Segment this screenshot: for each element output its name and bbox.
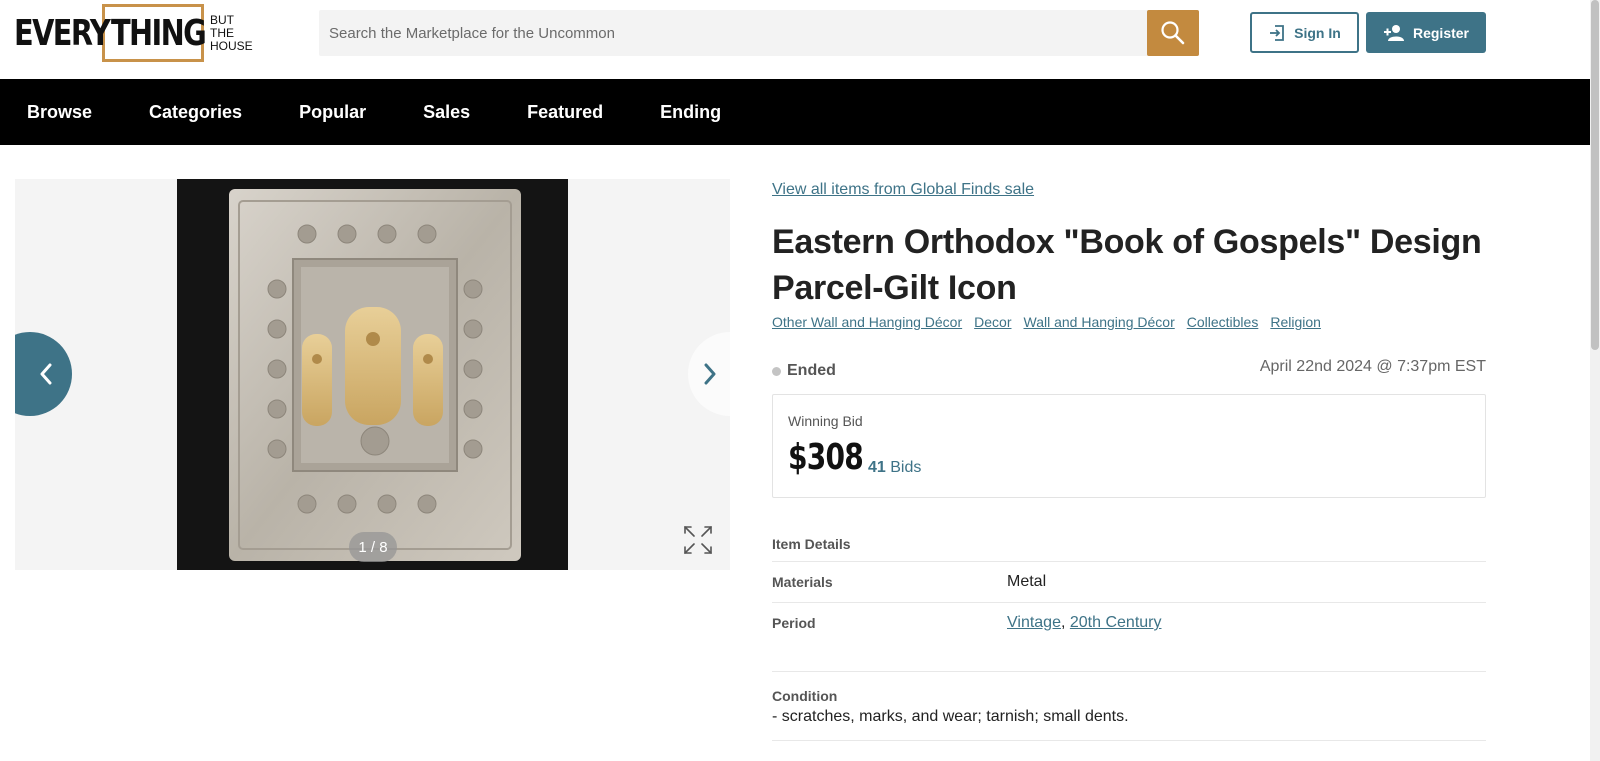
detail-value: Vintage, 20th Century (1007, 614, 1162, 631)
product-photo[interactable] (177, 179, 568, 570)
add-user-icon (1383, 24, 1404, 41)
fullscreen-button[interactable] (682, 524, 714, 556)
view-sale-link[interactable]: View all items from Global Finds sale (772, 181, 1486, 199)
category-link-collectibles[interactable]: Collectibles (1187, 314, 1259, 330)
search-icon (1161, 21, 1185, 45)
nav-item-popular[interactable]: Popular (299, 102, 366, 123)
search-input[interactable] (319, 10, 1149, 56)
expand-icon (684, 526, 712, 554)
condition-value: - scratches, marks, and wear; tarnish; s… (772, 708, 1129, 725)
item-details-heading: Item Details (772, 536, 851, 552)
chevron-left-icon (40, 363, 52, 385)
condition-label: Condition (772, 688, 838, 704)
logo-thing-text: THING (111, 12, 207, 54)
status-dot-icon (772, 366, 781, 376)
search-button[interactable] (1147, 10, 1199, 56)
period-link-vintage[interactable]: Vintage (1007, 614, 1061, 631)
page-scrollbar[interactable] (1590, 0, 1600, 761)
next-image-button[interactable] (688, 332, 730, 416)
sign-in-button[interactable]: Sign In (1250, 12, 1359, 53)
search-bar (319, 10, 1199, 56)
detail-row-period: Period Vintage, 20th Century (772, 602, 1486, 643)
detail-key: Period (772, 615, 816, 631)
category-link-wall-decor[interactable]: Wall and Hanging Décor (1024, 314, 1175, 330)
site-logo[interactable]: EVERY THING BUT THE HOUSE (14, 4, 253, 62)
condition-section: Condition - scratches, marks, and wear; … (772, 671, 1486, 741)
auction-status: Ended (772, 362, 836, 380)
status-text: Ended (787, 362, 836, 379)
site-header: EVERY THING BUT THE HOUSE Sign In (0, 0, 1590, 79)
icon-artwork-image (229, 189, 521, 561)
category-link-other-wall-decor[interactable]: Other Wall and Hanging Décor (772, 314, 962, 330)
nav-item-ending[interactable]: Ending (660, 102, 721, 123)
bid-count-link[interactable]: 41 Bids (868, 459, 921, 477)
logo-but: BUT (210, 12, 234, 27)
logo-the: THE (210, 25, 234, 40)
end-date: April 22nd 2024 @ 7:37pm EST (1259, 358, 1486, 375)
nav-item-sales[interactable]: Sales (423, 102, 470, 123)
register-button[interactable]: Register (1366, 12, 1486, 53)
category-link-decor[interactable]: Decor (974, 314, 1011, 330)
image-gallery: 1 / 8 (15, 179, 730, 570)
detail-row-materials: Materials Metal (772, 561, 1486, 602)
bid-count-number: 41 (868, 459, 886, 476)
sign-in-label: Sign In (1294, 24, 1341, 41)
listing-details: View all items from Global Finds sale Ea… (772, 179, 1486, 741)
auction-status-row: Ended April 22nd 2024 @ 7:37pm EST (772, 358, 1486, 382)
winning-bid-label: Winning Bid (788, 413, 863, 429)
winning-bid-amount: $308 (788, 437, 864, 478)
image-counter: 1 / 8 (349, 532, 397, 562)
period-link-20th-century[interactable]: 20th Century (1070, 614, 1162, 631)
nav-item-featured[interactable]: Featured (527, 102, 603, 123)
register-label: Register (1412, 24, 1470, 41)
logo-house: HOUSE (210, 38, 253, 53)
scrollbar-thumb[interactable] (1591, 0, 1599, 350)
nav-item-categories[interactable]: Categories (149, 102, 242, 123)
listing-title: Eastern Orthodox "Book of Gospels" Desig… (772, 223, 1482, 307)
sign-in-icon (1270, 24, 1285, 41)
detail-value: Metal (1007, 573, 1047, 590)
winning-bid-box: Winning Bid $308 41 Bids (772, 394, 1486, 498)
previous-image-button[interactable] (15, 332, 72, 416)
chevron-right-icon (704, 363, 716, 385)
category-links: Other Wall and Hanging Décor Decor Wall … (772, 314, 1486, 330)
bid-count-label: Bids (890, 459, 922, 476)
logo-every-text: EVERY (14, 12, 111, 54)
logo-tagline: BUT THE HOUSE (210, 12, 253, 53)
logo-thing-box: THING (102, 4, 207, 62)
category-link-religion[interactable]: Religion (1270, 314, 1321, 330)
nav-item-browse[interactable]: Browse (27, 102, 92, 123)
detail-key: Materials (772, 574, 833, 590)
gallery-viewport: 1 / 8 (15, 179, 730, 570)
main-nav: Browse Categories Popular Sales Featured… (0, 79, 1590, 145)
